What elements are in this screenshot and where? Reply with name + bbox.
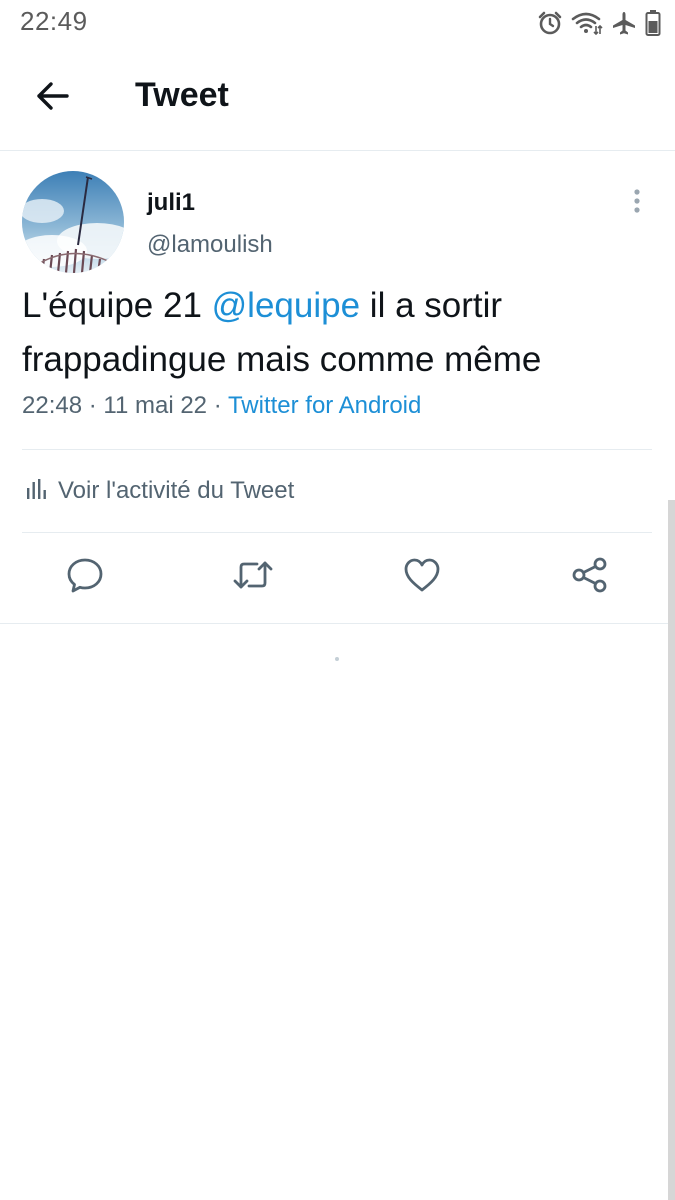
reply-icon — [65, 555, 105, 600]
display-name[interactable]: juli1 — [147, 189, 195, 217]
app-bar: Tweet — [0, 46, 675, 151]
user-handle[interactable]: @lamoulish — [147, 231, 273, 259]
tweet-activity-link[interactable]: Voir l'activité du Tweet — [22, 450, 652, 532]
scrollbar[interactable] — [668, 500, 675, 1200]
share-button[interactable] — [568, 555, 612, 599]
tweet-meta: 22:48 · 11 mai 22 · Twitter for Android — [22, 392, 421, 420]
divider — [0, 623, 675, 624]
page-title: Tweet — [135, 76, 229, 114]
tweet-text: L'équipe 21 @lequipe il a sortir frappad… — [22, 279, 652, 387]
tweet-time: 22:48 — [22, 392, 83, 419]
share-icon — [570, 555, 610, 600]
status-time: 22:49 — [20, 6, 88, 36]
wifi-icon — [571, 10, 603, 36]
tweet-date: 11 mai 22 — [103, 392, 208, 419]
tweet-text-before: L'équipe 21 — [22, 286, 212, 325]
avatar[interactable] — [22, 171, 124, 273]
loading-indicator — [335, 657, 339, 661]
meta-separator: · — [88, 392, 97, 419]
tweet-detail-screen: 22:49 Tweet juli1 @lamoulish L'équipe 21… — [0, 0, 675, 1200]
more-options-button[interactable] — [622, 187, 652, 219]
arrow-left-icon — [35, 81, 69, 116]
more-vertical-icon — [633, 188, 641, 219]
battery-icon — [645, 9, 661, 37]
status-bar: 22:49 — [0, 0, 675, 46]
mention-link[interactable]: @lequipe — [212, 286, 360, 325]
like-button[interactable] — [400, 555, 444, 599]
alarm-icon — [537, 10, 563, 36]
tweet-actions — [0, 533, 675, 623]
heart-icon — [402, 555, 442, 600]
airplane-icon — [611, 10, 637, 36]
retweet-icon — [231, 555, 275, 600]
back-button[interactable] — [24, 74, 80, 122]
activity-label: Voir l'activité du Tweet — [58, 477, 295, 504]
reply-button[interactable] — [63, 555, 107, 599]
analytics-icon — [26, 478, 46, 505]
status-icons — [537, 8, 661, 38]
retweet-button[interactable] — [231, 555, 275, 599]
meta-separator-2: · — [213, 392, 222, 419]
tweet-source-link[interactable]: Twitter for Android — [228, 392, 421, 419]
